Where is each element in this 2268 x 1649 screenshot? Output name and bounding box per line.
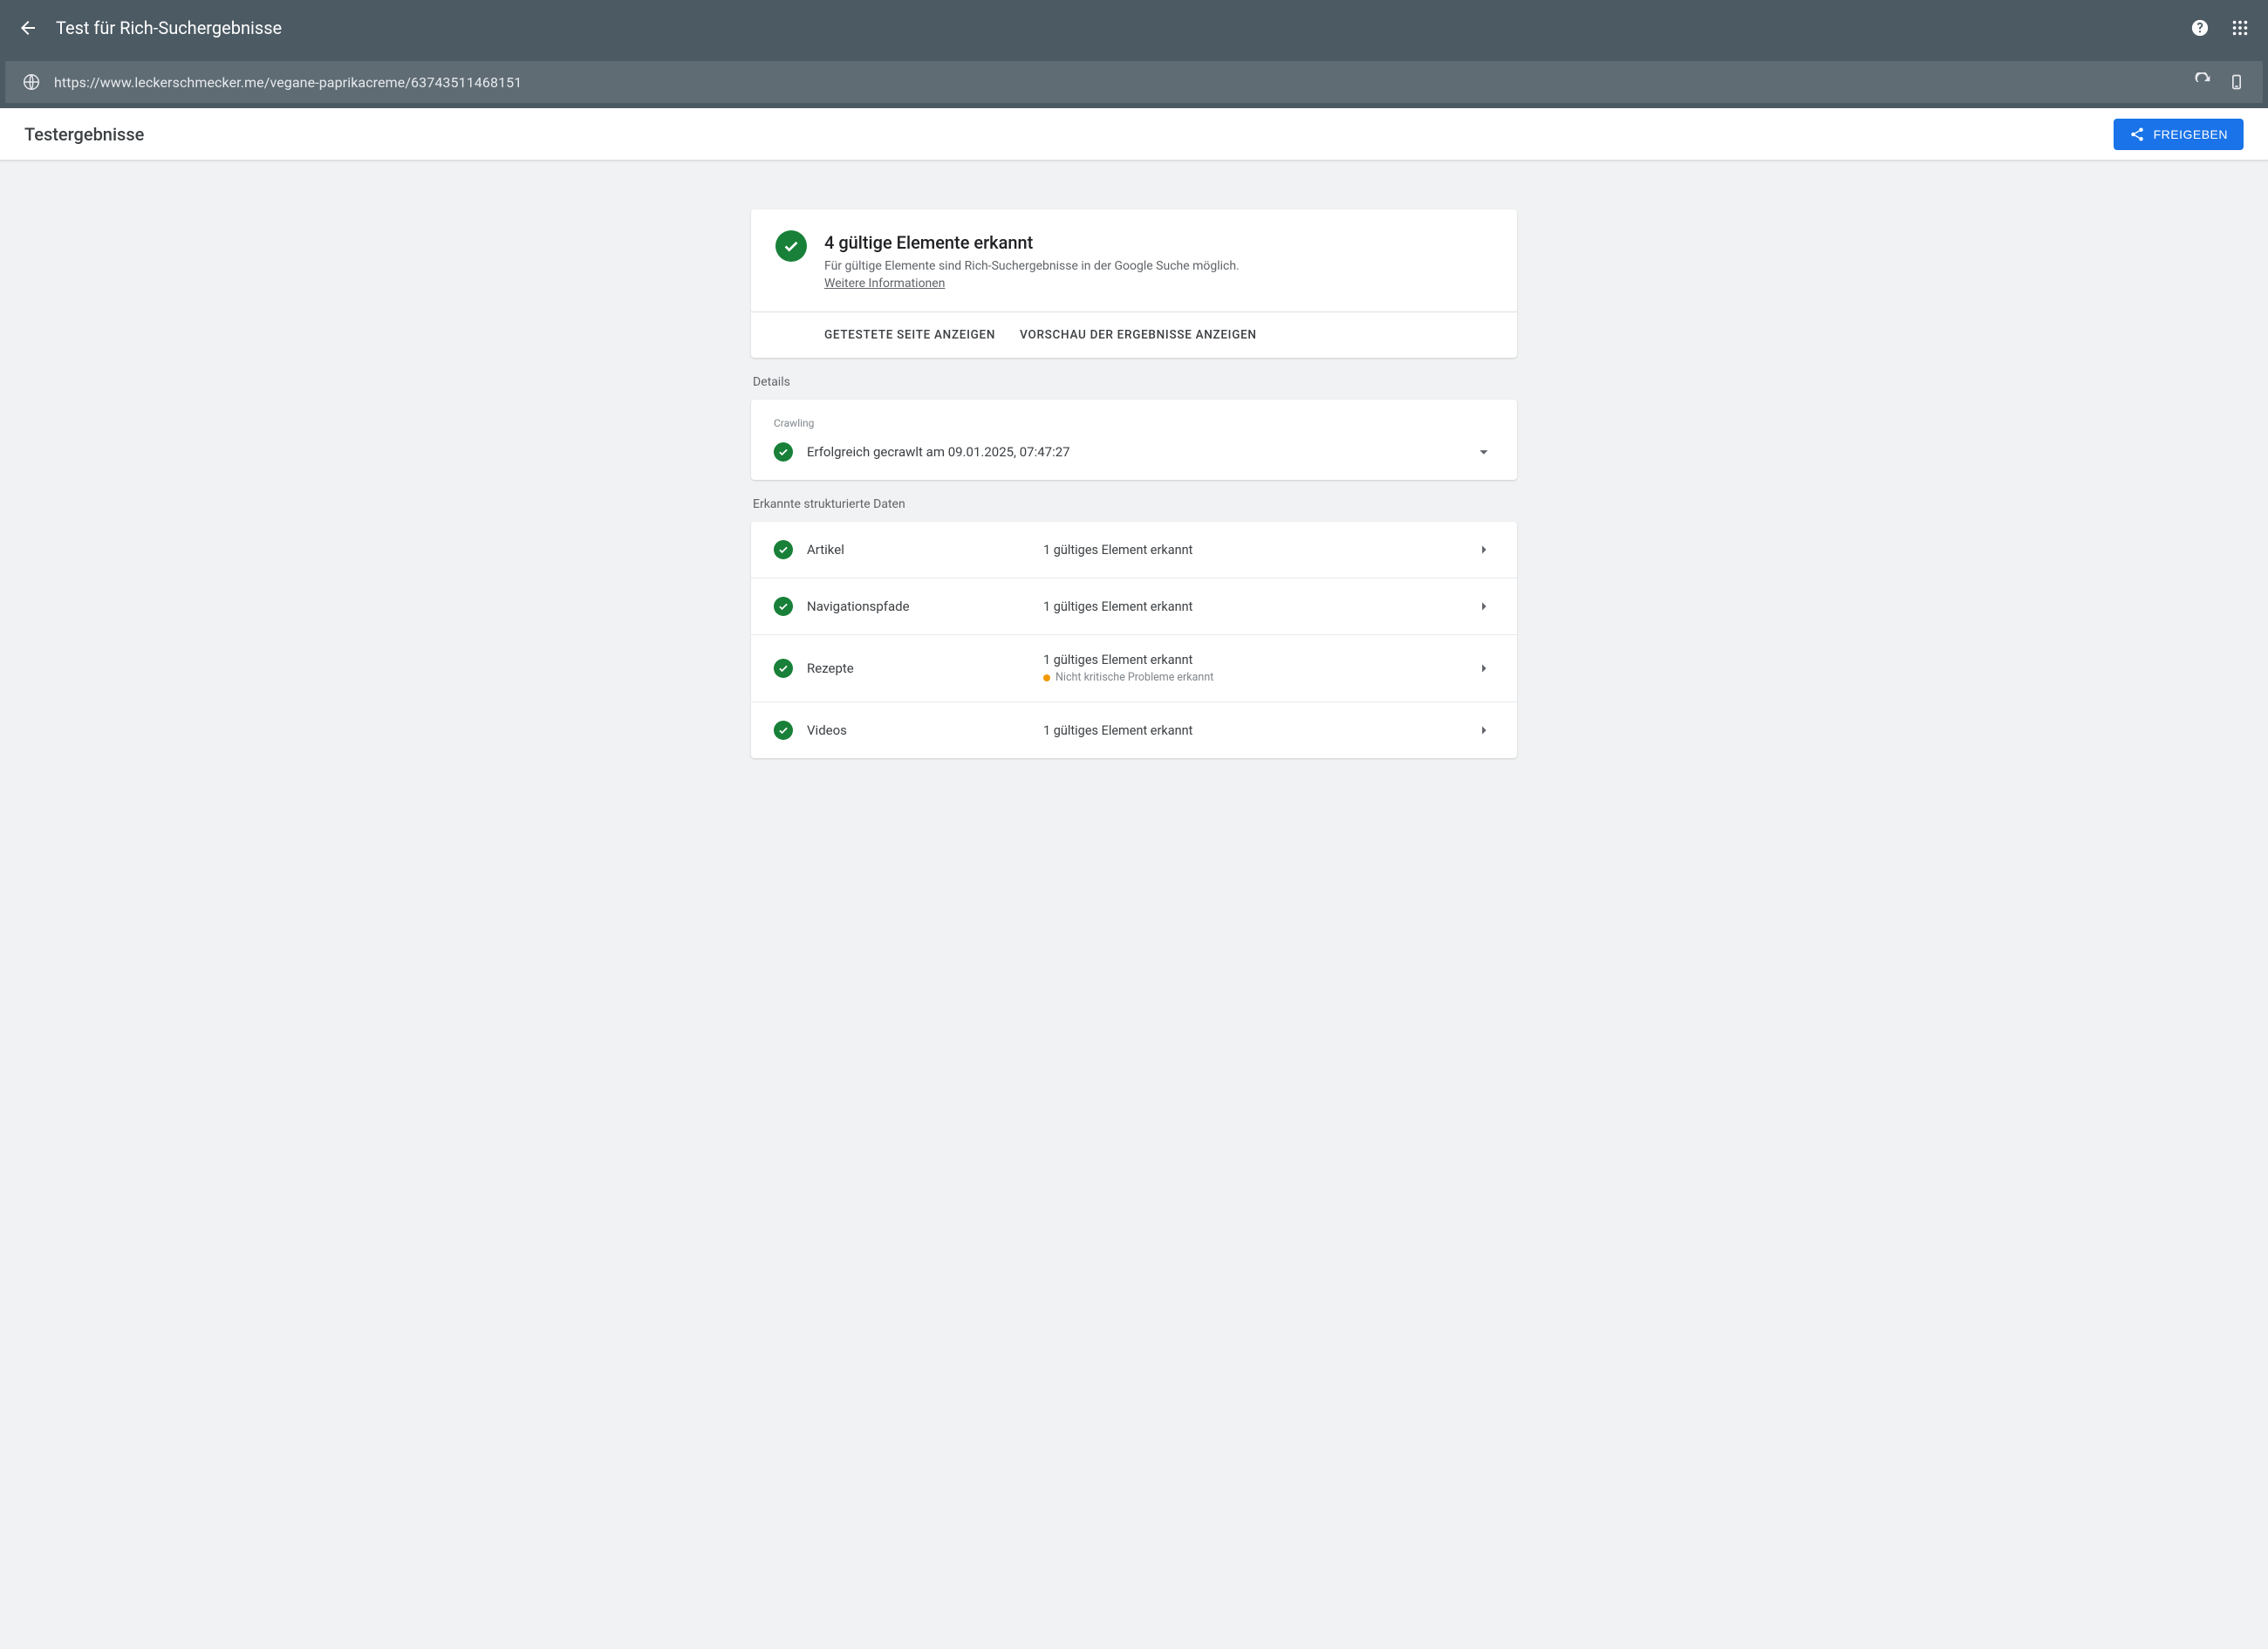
structured-data-row[interactable]: Rezepte 1 gültiges Element erkanntNicht k… (751, 635, 1517, 702)
chevron-down-icon (1474, 442, 1493, 462)
sub-header: Testergebnisse FREIGEBEN (0, 108, 2268, 161)
crawling-label: Crawling (774, 417, 1494, 429)
arrow-left-icon (17, 17, 38, 38)
reload-icon (2194, 72, 2213, 92)
check-icon (777, 544, 789, 556)
app-header: Test für Rich-Suchergebnisse (0, 0, 2268, 56)
crawling-card: Crawling Erfolgreich gecrawlt am 09.01.2… (751, 400, 1517, 480)
structured-data-row[interactable]: Navigationspfade 1 gültiges Element erkan… (751, 578, 1517, 635)
status-success-icon (775, 230, 807, 262)
sd-item-name: Rezepte (807, 660, 1029, 676)
structured-data-card: Artikel1 gültiges Element erkanntNavigat… (751, 522, 1517, 758)
crawl-status-row[interactable]: Erfolgreich gecrawlt am 09.01.2025, 07:4… (774, 441, 1494, 462)
status-success-icon (774, 721, 793, 740)
status-success-icon (774, 597, 793, 616)
check-icon (777, 724, 789, 736)
summary-headline: 4 gültige Elemente erkannt (824, 232, 1240, 253)
summary-texts: 4 gültige Elemente erkannt Für gültige E… (824, 230, 1240, 292)
expand-toggle[interactable] (1473, 441, 1494, 462)
results-title: Testergebnisse (24, 124, 2114, 145)
summary-actions: GETESTETE SEITE ANZEIGEN VORSCHAU DER ER… (751, 312, 1517, 358)
check-icon (782, 236, 801, 256)
summary-section: 4 gültige Elemente erkannt Für gültige E… (751, 209, 1517, 312)
chevron-right-icon (1474, 659, 1493, 678)
status-success-icon (774, 540, 793, 559)
expand-toggle[interactable] (1473, 658, 1494, 679)
page-content: 4 gültige Elemente erkannt Für gültige E… (737, 161, 1531, 811)
more-info-link[interactable]: Weitere Informationen (824, 277, 945, 291)
globe-button[interactable] (21, 72, 42, 92)
reload-button[interactable] (2193, 72, 2214, 92)
share-icon (2129, 127, 2145, 142)
check-icon (777, 600, 789, 612)
share-label: FREIGEBEN (2154, 127, 2228, 141)
share-button[interactable]: FREIGEBEN (2114, 119, 2244, 150)
back-button[interactable] (17, 17, 38, 38)
status-success-icon (774, 659, 793, 678)
crawl-status-text: Erfolgreich gecrawlt am 09.01.2025, 07:4… (807, 444, 1459, 460)
structured-label: Erkannte strukturierte Daten (753, 497, 1517, 511)
smartphone-icon (2228, 73, 2245, 91)
chevron-right-icon (1474, 721, 1493, 740)
sd-item-status: 1 gültiges Element erkannt (1043, 599, 1459, 614)
summary-card: 4 gültige Elemente erkannt Für gültige E… (751, 209, 1517, 358)
sd-item-name: Artikel (807, 542, 1029, 558)
sd-item-warning: Nicht kritische Probleme erkannt (1043, 671, 1459, 684)
check-icon (777, 662, 789, 674)
globe-icon (22, 72, 41, 92)
url-bar-wrap: https://www.leckerschmecker.me/vegane-pa… (0, 56, 2268, 108)
status-success-icon (774, 442, 793, 462)
check-icon (777, 446, 789, 458)
summary-desc: Für gültige Elemente sind Rich-Suchergeb… (824, 258, 1240, 276)
url-input[interactable]: https://www.leckerschmecker.me/vegane-pa… (54, 74, 2181, 91)
sd-item-status: 1 gültiges Element erkannt (1043, 543, 1459, 558)
sd-item-name: Videos (807, 722, 1029, 738)
help-button[interactable] (2189, 17, 2210, 38)
chevron-right-icon (1474, 597, 1493, 616)
help-icon (2190, 18, 2210, 38)
header-actions (2189, 17, 2251, 38)
apps-grid-icon (2230, 18, 2250, 38)
apps-button[interactable] (2230, 17, 2251, 38)
details-label: Details (753, 375, 1517, 389)
app-title: Test für Rich-Suchergebnisse (56, 17, 2189, 38)
url-bar: https://www.leckerschmecker.me/vegane-pa… (5, 61, 2263, 103)
structured-data-row[interactable]: Videos 1 gültiges Element erkannt (751, 702, 1517, 758)
expand-toggle[interactable] (1473, 539, 1494, 560)
sd-item-status: 1 gültiges Element erkannt (1043, 723, 1459, 738)
expand-toggle[interactable] (1473, 720, 1494, 741)
chevron-right-icon (1474, 540, 1493, 559)
structured-data-row[interactable]: Artikel 1 gültiges Element erkannt (751, 522, 1517, 578)
sd-item-name: Navigationspfade (807, 599, 1029, 614)
sd-item-status: 1 gültiges Element erkanntNicht kritisch… (1043, 653, 1459, 684)
device-button[interactable] (2226, 72, 2247, 92)
view-results-preview-button[interactable]: VORSCHAU DER ERGEBNISSE ANZEIGEN (1020, 328, 1257, 342)
expand-toggle[interactable] (1473, 596, 1494, 617)
warning-dot-icon (1043, 674, 1050, 681)
view-tested-page-button[interactable]: GETESTETE SEITE ANZEIGEN (824, 328, 995, 342)
